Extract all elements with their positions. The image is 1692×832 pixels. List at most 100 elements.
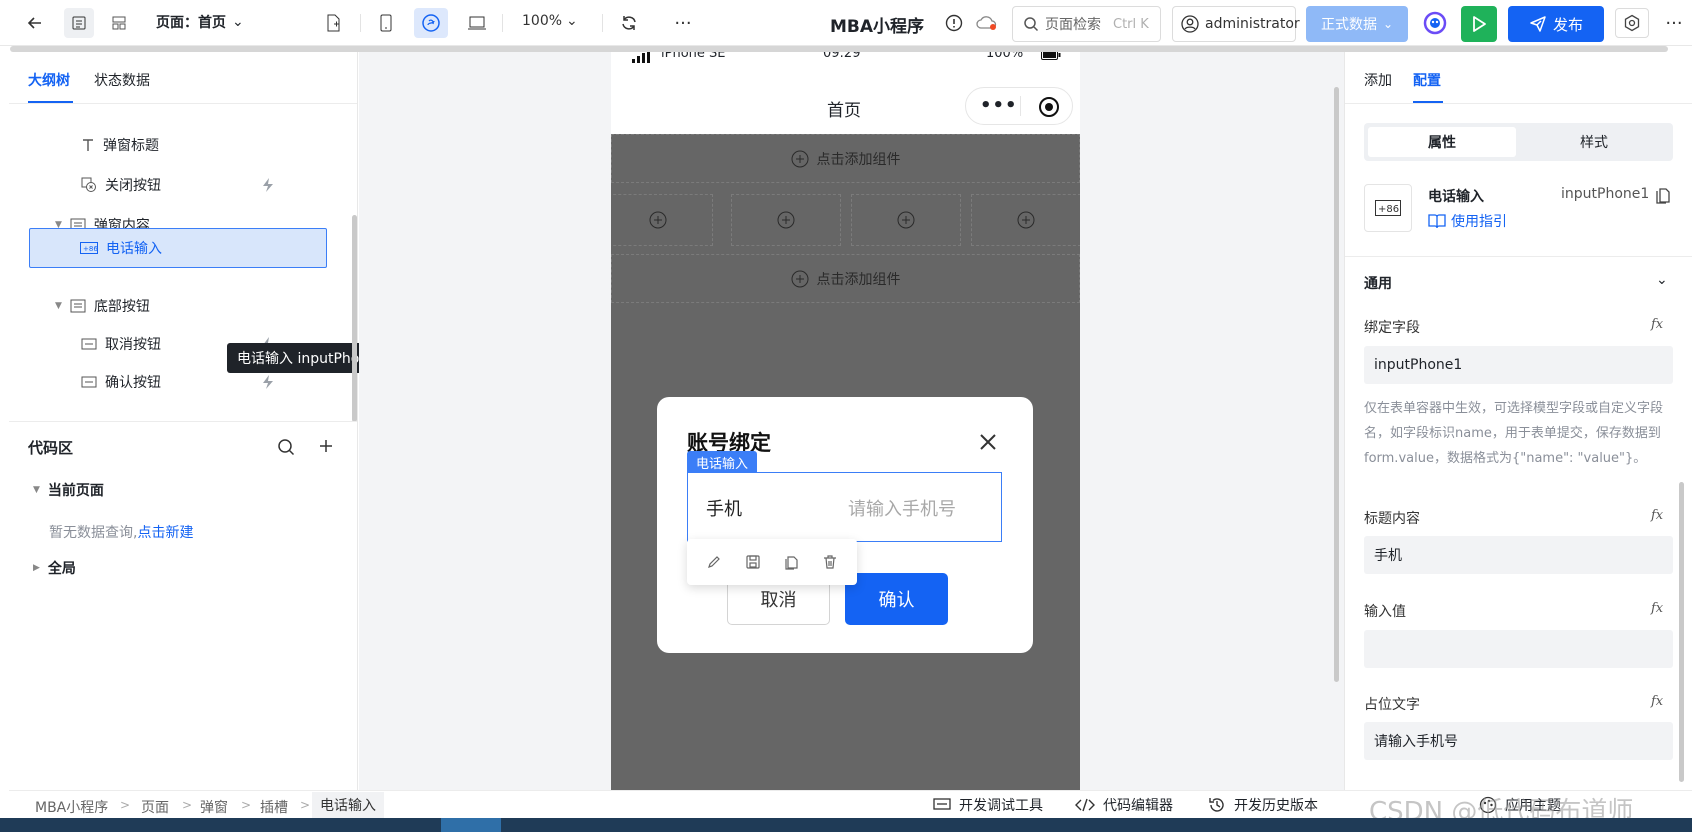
caret-down-icon[interactable]: ▼ [55,301,62,311]
tab-add[interactable]: 添加 [1364,70,1392,90]
page-outline-icon[interactable] [64,8,94,38]
grid-slot[interactable] [971,194,1080,246]
breadcrumb-item[interactable]: 页面 [141,797,169,817]
tab-config[interactable]: 配置 [1413,70,1441,90]
placeholder-input[interactable]: 请输入手机号 [1364,722,1673,760]
settings-icon[interactable] [1615,8,1649,38]
history-label: 开发历史版本 [1234,798,1318,814]
grid-slot[interactable] [851,194,961,246]
tree-item-phone-input[interactable]: +86 电话输入 [29,228,327,268]
new-page-icon[interactable] [318,8,348,38]
status-time: 09:29 [823,52,861,61]
phone-input-field[interactable]: 手机 请输入手机号 [687,472,1002,542]
formula-icon[interactable]: fx [1651,317,1663,332]
devtools-label: 开发调试工具 [959,798,1043,814]
refresh-icon[interactable] [614,8,644,38]
breadcrumb-item[interactable]: 插槽 [260,797,288,817]
breadcrumb-item[interactable]: 弹窗 [200,797,228,817]
save-icon[interactable] [745,554,761,570]
page-selector[interactable]: 页面：首页 ⌄ [156,12,244,32]
segment-properties[interactable]: 属性 [1368,127,1516,157]
add-circle-icon [649,211,667,229]
phone-nav-bar: 首页 ••• [611,82,1080,134]
tree-item-dialog-title[interactable]: 弹窗标题 [81,127,159,163]
close-mini-program-icon[interactable] [1038,96,1060,118]
bind-field-input[interactable]: inputPhone1 [1364,346,1673,384]
run-button[interactable] [1461,6,1497,42]
tree-item-global[interactable]: ▶ 全局 [33,550,76,586]
zoom-selector[interactable]: 100% ⌄ [522,13,578,29]
text-icon [81,138,95,152]
vertical-scrollbar[interactable] [1334,87,1339,682]
create-new-link[interactable]: 点击新建 [137,522,193,542]
formula-icon[interactable]: fx [1651,694,1663,709]
caret-right-icon[interactable]: ▶ [33,563,40,573]
phone-preview: iPhone SE 09:29 100% 首页 ••• 点击添加组件 点击添加组… [611,52,1080,790]
info-icon[interactable] [942,8,966,38]
formula-icon[interactable]: fx [1651,508,1663,523]
search-icon[interactable] [277,438,295,456]
add-icon[interactable] [318,438,334,454]
os-taskbar [0,818,1692,832]
back-icon[interactable] [20,8,50,38]
delete-icon[interactable] [822,554,838,570]
formula-icon[interactable]: fx [1651,601,1663,616]
copy-icon[interactable] [1655,186,1671,204]
ai-assistant-icon[interactable] [1419,8,1451,38]
more-icon[interactable]: ··· [1660,8,1688,38]
add-component-slot[interactable]: 点击添加组件 [611,254,1080,303]
copy-icon[interactable] [783,554,799,570]
chevron-down-icon[interactable]: ⌄ [1656,272,1668,288]
zoom-value: 100% [522,13,563,29]
vertical-scrollbar[interactable] [1679,482,1684,782]
add-component-slot[interactable]: 点击添加组件 [611,134,1080,183]
event-bolt-icon[interactable] [261,177,275,193]
devtools-button[interactable]: 开发调试工具 [933,795,1043,815]
taskbar-item[interactable] [441,818,501,832]
page-search-box[interactable]: 页面检索 Ctrl K [1012,6,1161,42]
title-content-label: 标题内容 [1364,511,1420,527]
data-env-selector[interactable]: 正式数据 ⌄ [1306,6,1408,42]
user-menu[interactable]: administrator [1172,6,1300,42]
usage-guide-label: 使用指引 [1451,214,1507,230]
layout-icon[interactable] [104,8,134,38]
usage-guide-link[interactable]: 使用指引 [1428,211,1507,231]
event-bolt-icon[interactable] [261,374,275,390]
tree-item-bottom-buttons[interactable]: ▼ 底部按钮 [55,288,150,324]
breadcrumb-current[interactable]: 电话输入 [312,792,384,818]
more-icon[interactable]: ··· [668,8,698,38]
history-button[interactable]: 开发历史版本 [1208,795,1318,815]
book-icon [1428,213,1446,229]
tab-outline-tree[interactable]: 大纲树 [28,70,70,90]
vertical-scrollbar[interactable] [352,215,357,422]
caret-down-icon[interactable]: ▼ [33,485,40,495]
container-icon [70,299,86,313]
search-placeholder: 页面检索 [1045,17,1101,33]
grid-slot[interactable] [611,194,713,246]
edit-icon[interactable] [706,554,722,570]
status-device: iPhone SE [661,52,726,61]
breadcrumb-item[interactable]: MBA小程序 [35,797,108,817]
segment-styles[interactable]: 样式 [1520,127,1668,157]
tab-state-data[interactable]: 状态数据 [94,70,150,90]
input-value-input[interactable] [1364,630,1673,668]
mini-program-capsule[interactable]: ••• [965,87,1073,125]
desktop-view-icon[interactable] [462,8,492,38]
design-canvas: iPhone SE 09:29 100% 首页 ••• 点击添加组件 点击添加组… [359,52,1344,790]
mini-program-view-icon[interactable] [414,8,448,38]
confirm-button[interactable]: 确认 [845,573,948,625]
empty-query-hint: 暂无数据查询, 点击新建 [49,522,193,542]
code-editor-button[interactable]: 代码编辑器 [1075,795,1173,815]
more-dots-icon[interactable]: ••• [980,97,1018,115]
title-content-input[interactable]: 手机 [1364,536,1673,574]
divider [9,421,357,422]
grid-slot[interactable] [731,194,841,246]
cloud-sync-icon[interactable] [974,8,1000,38]
close-icon[interactable] [979,433,997,451]
tree-item-current-page[interactable]: ▼ 当前页面 [33,472,104,508]
mobile-view-icon[interactable] [371,8,401,38]
publish-button[interactable]: 发布 [1508,6,1604,42]
history-icon [1208,796,1226,814]
tree-item-close-button[interactable]: 关闭按钮 [81,167,361,203]
publish-label: 发布 [1552,15,1583,34]
